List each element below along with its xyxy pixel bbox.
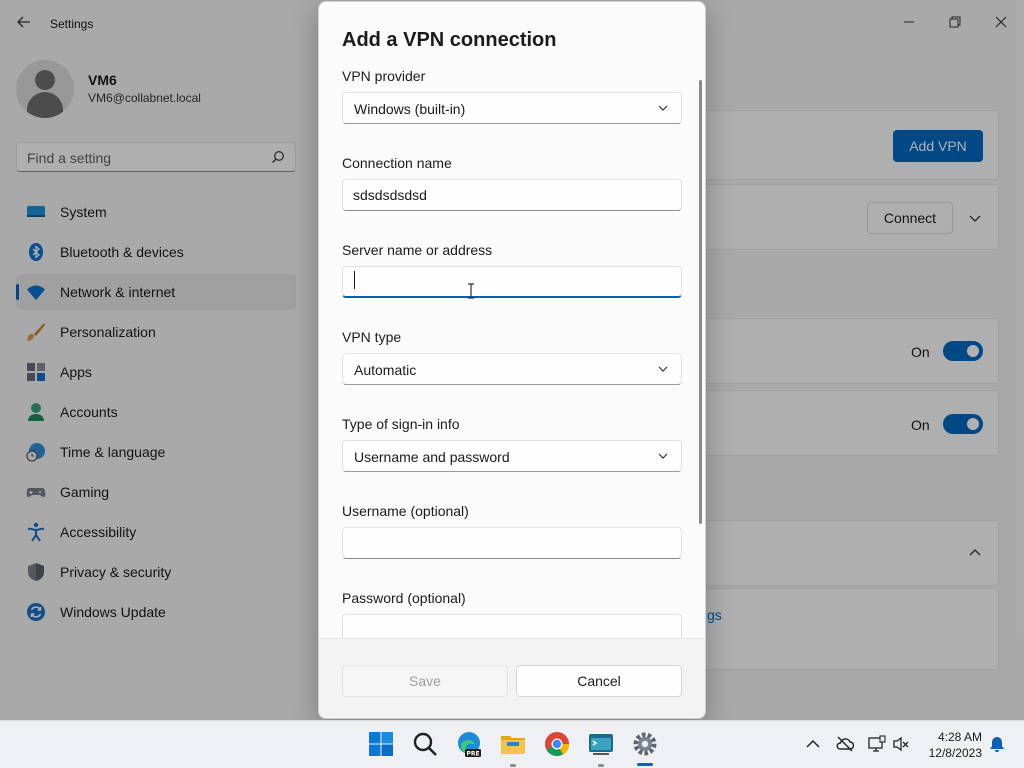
- connection-name-input[interactable]: [342, 179, 682, 211]
- password-input[interactable]: [342, 614, 682, 638]
- network-monitor-icon[interactable]: [868, 735, 886, 753]
- file-explorer-icon[interactable]: [500, 731, 526, 757]
- dialog-body: VPN provider Windows (built-in) Connecti…: [319, 64, 705, 638]
- clock-date: 12/8/2023: [928, 746, 982, 760]
- notification-bell-icon[interactable]: [988, 735, 1006, 753]
- server-address-label: Server name or address: [342, 242, 493, 258]
- vpn-provider-select[interactable]: Windows (built-in): [342, 92, 682, 124]
- signin-type-select[interactable]: Username and password: [342, 440, 682, 472]
- signin-type-label: Type of sign-in info: [342, 416, 460, 432]
- chrome-icon[interactable]: [544, 731, 570, 757]
- vpn-type-select[interactable]: Automatic: [342, 353, 682, 385]
- vpn-provider-label: VPN provider: [342, 68, 426, 84]
- password-label: Password (optional): [342, 590, 466, 606]
- chevron-up-icon[interactable]: [804, 735, 822, 753]
- settings-icon[interactable]: [632, 731, 658, 757]
- dialog-footer: Save Cancel: [319, 638, 705, 718]
- volume-muted-icon[interactable]: [892, 735, 910, 753]
- svg-text:PRE: PRE: [466, 751, 479, 758]
- start-icon[interactable]: [368, 731, 394, 757]
- running-indicator: [598, 764, 604, 767]
- text-cursor-icon: [468, 283, 474, 299]
- vpn-provider-value: Windows (built-in): [354, 101, 466, 117]
- connection-name-label: Connection name: [342, 155, 452, 171]
- username-input[interactable]: [342, 527, 682, 559]
- running-indicator: [510, 764, 516, 767]
- dialog-scrollbar[interactable]: [699, 80, 702, 524]
- edge-preview-icon[interactable]: PRE: [456, 731, 482, 757]
- system-clock[interactable]: 4:28 AM 12/8/2023: [920, 729, 982, 761]
- text-caret: [354, 271, 355, 289]
- clock-time: 4:28 AM: [937, 730, 982, 744]
- search-icon[interactable]: [412, 731, 438, 757]
- active-app-indicator: [637, 763, 653, 766]
- signin-type-value: Username and password: [354, 449, 510, 465]
- save-button[interactable]: Save: [342, 665, 508, 697]
- cloud-offline-icon[interactable]: [836, 735, 854, 753]
- chevron-down-icon: [658, 453, 668, 459]
- username-label: Username (optional): [342, 503, 469, 519]
- vpn-type-label: VPN type: [342, 329, 402, 345]
- taskbar: PRE 4:28 AM 12/8/2023: [0, 720, 1024, 768]
- cancel-button[interactable]: Cancel: [516, 665, 682, 697]
- chevron-down-icon: [658, 366, 668, 372]
- vpn-type-value: Automatic: [354, 362, 417, 378]
- add-vpn-dialog: Add a VPN connection VPN provider Window…: [318, 1, 706, 719]
- terminal-icon[interactable]: [588, 731, 614, 757]
- server-address-input[interactable]: [342, 266, 682, 298]
- dialog-title: Add a VPN connection: [342, 29, 557, 51]
- chevron-down-icon: [658, 105, 668, 111]
